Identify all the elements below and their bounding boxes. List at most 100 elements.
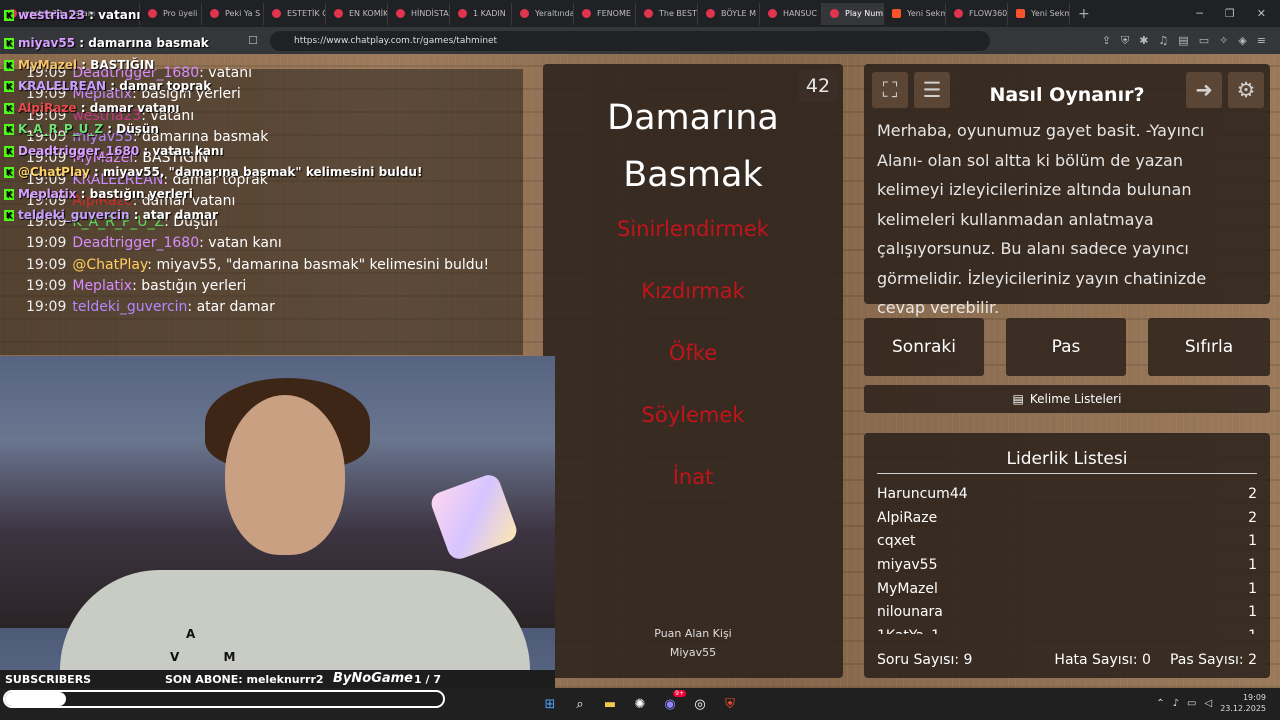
overlay-chat-separator: : bbox=[129, 208, 143, 222]
word-lists-label: Kelime Listeleri bbox=[1029, 392, 1122, 406]
overlay-chat-message: K Deadtrigger_1680 : vatan kanı bbox=[4, 144, 224, 158]
stream-goal-progress bbox=[3, 690, 445, 708]
chevron-up-icon[interactable]: ⌃ bbox=[1156, 698, 1164, 709]
close-icon[interactable]: ✕ bbox=[1257, 7, 1266, 20]
target-word-line-1: Damarına bbox=[607, 98, 779, 138]
subscribers-label: SUBSCRIBERS bbox=[5, 673, 92, 686]
reset-button[interactable]: Sıfırla bbox=[1148, 318, 1270, 376]
browser-tab[interactable]: The BEST bbox=[636, 2, 698, 25]
browser-tab[interactable]: EN KOMİK bbox=[326, 2, 388, 25]
chat-message: 19:09 Deadtrigger_1680: vatan kanı bbox=[26, 235, 282, 251]
exit-icon[interactable]: ➜ bbox=[1186, 72, 1222, 108]
browser-tab[interactable]: HİNDİSTA bbox=[388, 2, 450, 25]
browser-tab[interactable]: Peki Ya S bbox=[202, 2, 264, 25]
obs-icon[interactable]: ◎ bbox=[690, 694, 710, 714]
word-lists-button[interactable]: ▤ Kelime Listeleri bbox=[864, 385, 1270, 413]
overlay-chat-username: @ChatPlay bbox=[18, 165, 90, 179]
tab-label: The BEST bbox=[659, 9, 697, 18]
tab-favicon-icon bbox=[582, 9, 591, 18]
kick-badge-icon: K bbox=[4, 102, 14, 114]
browser-tab[interactable]: Play Num bbox=[822, 2, 884, 25]
network-icon[interactable]: ▭ bbox=[1187, 698, 1196, 709]
browser-tab[interactable]: Pro üyeli bbox=[140, 2, 202, 25]
menu-icon[interactable]: ≡ bbox=[1257, 34, 1266, 48]
leaderboard-list[interactable]: Haruncum44 2 AlpiRaze 2 cqxet 1 miyav55 1 MyMaze… bbox=[877, 482, 1257, 634]
kick-badge-icon: K bbox=[4, 10, 14, 21]
discord-icon[interactable]: ◉ 9+ bbox=[660, 690, 686, 714]
minimize-icon[interactable]: ─ bbox=[1196, 7, 1203, 20]
window-controls: ─ ❐ ✕ bbox=[1196, 7, 1280, 20]
overlay-chat-text: vatan kanı bbox=[152, 143, 224, 158]
chat-time: 19:09 bbox=[26, 235, 67, 252]
next-button[interactable]: Sonraki bbox=[864, 318, 984, 376]
vpn-icon[interactable]: ◈ bbox=[1238, 34, 1246, 48]
overlay-chat-username: KRALELREAN bbox=[18, 79, 107, 93]
browser-tab[interactable]: ESTETİK C bbox=[264, 2, 326, 25]
settings-gear-icon[interactable]: ⚙ bbox=[1228, 72, 1264, 108]
chat-text: damarına basmak bbox=[142, 128, 269, 145]
pass-button[interactable]: Pas bbox=[1006, 318, 1126, 376]
point-winner-user: Miyav55 bbox=[669, 646, 717, 659]
how-to-play-panel: ⛶ ☰ Nasıl Oynanır? ➜ ⚙ Merhaba, oyunumuz… bbox=[864, 64, 1270, 317]
new-tab-button[interactable]: + bbox=[1070, 6, 1098, 22]
overlay-chat-separator: : bbox=[106, 79, 120, 93]
overlay-chat-message: K AlpiRaze : damar vatanı bbox=[4, 101, 180, 115]
media-icon[interactable]: ♫ bbox=[1158, 34, 1168, 48]
search-icon[interactable]: ⌕ bbox=[570, 694, 590, 714]
point-winner-label: Puan Alan Kişi bbox=[654, 627, 732, 640]
question-count: Soru Sayısı: 9 bbox=[877, 652, 973, 668]
error-count: Hata Sayısı: 0 bbox=[1054, 652, 1151, 668]
browser-tab[interactable]: Yeni Sekm bbox=[1008, 2, 1070, 25]
overlay-chat-text: bastığın yerleri bbox=[89, 186, 193, 201]
volume-icon[interactable]: ◁ bbox=[1204, 698, 1212, 709]
taboo-word: Kızdırmak bbox=[641, 279, 745, 303]
windows-start-icon[interactable]: ⊞ bbox=[540, 694, 560, 714]
brave-shield-icon[interactable]: ⛨ bbox=[1121, 34, 1129, 48]
overlay-chat-username: AlpiRaze bbox=[18, 100, 77, 115]
browser-tab[interactable]: FLOW360 bbox=[946, 2, 1008, 25]
url-field[interactable]: https://www.chatplay.com.tr/games/tahmin… bbox=[270, 30, 990, 51]
leaderboard-panel: Liderlik Listesi Haruncum44 2 AlpiRaze 2 cqx… bbox=[864, 433, 1270, 678]
browser-tab[interactable]: Yeraltında bbox=[512, 2, 574, 25]
overlay-chat-username: MyMazel bbox=[18, 57, 78, 72]
kick-badge-icon: K bbox=[4, 188, 14, 200]
leo-icon[interactable]: ✧ bbox=[1219, 34, 1228, 48]
browser-tab[interactable]: BÖYLE M bbox=[698, 2, 760, 25]
sidebar-icon[interactable]: ▤ bbox=[1178, 34, 1188, 48]
overlay-chat-username: miyav55 bbox=[18, 36, 76, 50]
browser-tab[interactable]: 1 KADIN bbox=[450, 2, 512, 25]
taskbar-clock[interactable]: 19:09 23.12.2025 bbox=[1220, 692, 1266, 714]
bookmark-icon[interactable]: ☐ bbox=[248, 34, 258, 47]
brave-browser-icon[interactable]: ⛨ bbox=[720, 694, 740, 714]
overlay-chat-separator: : bbox=[84, 8, 99, 22]
leaderboard-score: 1 bbox=[1248, 533, 1257, 550]
stream-info-bar: SUBSCRIBERS SON ABONE: meleknurrr2 ByNoG… bbox=[0, 670, 555, 688]
chat-text: vatan kanı bbox=[208, 235, 282, 252]
chat-separator: : bbox=[132, 278, 142, 294]
chat-time: 19:09 bbox=[26, 278, 67, 294]
overlay-chat-message: Kteldeki_guvercin : atar damar bbox=[4, 208, 218, 222]
overlay-chat-text: damarına basmak bbox=[88, 36, 209, 50]
microphone-icon[interactable]: ♪ bbox=[1173, 698, 1179, 709]
overlay-chat-text: vatanı bbox=[98, 8, 141, 22]
chat-time: 19:09 bbox=[26, 299, 67, 316]
browser-tab[interactable]: FENOME bbox=[574, 2, 636, 25]
overlay-chat-text: atar damar bbox=[142, 208, 218, 222]
leaderboard-title: Liderlik Listesi bbox=[1006, 449, 1128, 469]
extensions-icon[interactable]: ✱ bbox=[1139, 34, 1148, 48]
maximize-icon[interactable]: ❐ bbox=[1225, 7, 1235, 20]
kick-badge-icon: K bbox=[4, 59, 14, 71]
overlay-chat-separator: : bbox=[89, 165, 103, 179]
share-icon[interactable]: ⇪ bbox=[1102, 34, 1111, 48]
url-text: https://www.chatplay.com.tr/games/tahmin… bbox=[294, 35, 498, 46]
tab-favicon-icon bbox=[334, 9, 343, 18]
wallet-icon[interactable]: ▭ bbox=[1199, 34, 1209, 48]
tab-favicon-icon bbox=[768, 9, 777, 18]
webcam-face bbox=[225, 395, 345, 555]
leaderboard-row: miyav55 1 bbox=[877, 553, 1257, 577]
browser-tab[interactable]: HANSUC bbox=[760, 2, 822, 25]
leaderboard-name: AlpiRaze bbox=[877, 509, 938, 526]
file-explorer-icon[interactable]: ▬ bbox=[600, 694, 620, 714]
browser-tab[interactable]: Yeni Sekm bbox=[884, 2, 946, 25]
chatgpt-icon[interactable]: ✺ bbox=[630, 694, 650, 714]
